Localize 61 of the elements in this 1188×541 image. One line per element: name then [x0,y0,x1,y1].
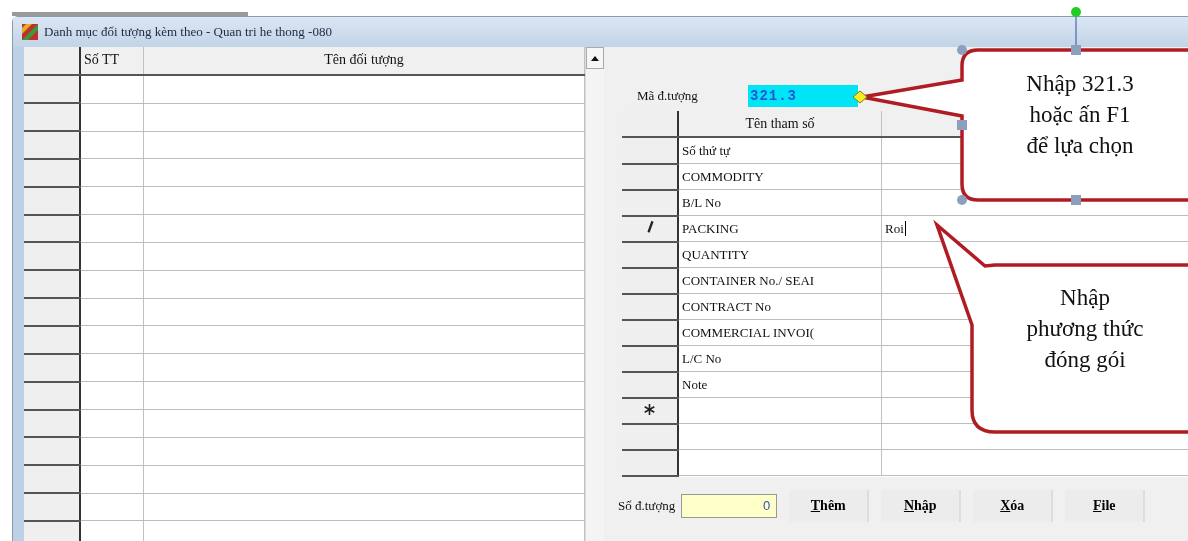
action-button[interactable]: File [1065,489,1146,522]
code-field[interactable]: 321.3 [748,85,858,107]
table-cell: QUANTITY [678,241,882,268]
app-icon [22,24,38,40]
row-header-cell[interactable] [622,371,678,398]
field-label: Mã đ.tượng [637,88,699,104]
row-header-cell[interactable] [24,409,80,438]
row-header-cell[interactable] [622,423,678,450]
row-header-cell[interactable] [24,158,80,187]
row-header-cell[interactable] [622,319,678,346]
table-cell: L/C No [678,345,882,372]
row-header-cell [24,47,80,75]
row-header-cell[interactable] [622,293,678,320]
table-cell: CONTRACT No [678,293,882,320]
row-header-cell[interactable] [622,189,678,216]
row-header-cell[interactable] [24,465,80,494]
table-cell: COMMODITY [678,163,882,190]
asterisk-icon [644,403,655,415]
row-header-cell[interactable] [24,131,80,159]
row-header-cell[interactable] [24,437,80,466]
row-header-cell[interactable] [24,298,80,326]
row-header-cell[interactable] [24,381,80,410]
row-header-cell[interactable] [24,103,80,132]
row-header-cell[interactable] [24,270,80,299]
row-header-cell[interactable] [622,267,678,294]
row-header-cell[interactable] [622,163,678,190]
row-header-cell[interactable] [622,241,678,268]
column-header[interactable]: Tên đối tượng [143,47,585,75]
row-header-cell[interactable] [24,74,80,104]
row-header-cell[interactable] [622,449,678,476]
field-label: Số đ.tượng [618,497,676,514]
row-header-cell[interactable] [24,214,80,243]
action-button[interactable]: Thêm [789,489,870,522]
row-header-cell[interactable] [622,137,678,164]
pencil-icon [645,219,654,234]
table-cell: CONTAINER No./ SEAI [678,267,882,294]
column-header[interactable]: Tên tham số [678,111,882,137]
window-title: Danh mục đối tượng kèm theo - Quan tri he thong -080 [44,24,332,40]
callout-text: Nhập phương thức đóng gói [1025,284,1145,374]
row-header-cell[interactable] [622,397,678,424]
count-field[interactable]: 0 [681,493,778,518]
table-cell: PACKING [678,215,882,242]
row-header-cell[interactable] [24,242,80,271]
adjust-handle-icon[interactable] [852,90,868,104]
row-header-cell[interactable] [24,186,80,215]
table-cell: B/L No [678,189,882,216]
table-cell: Note [678,371,882,398]
callout-text: Nhập 321.3 hoặc ấn F1 để lựa chọn [1025,70,1135,160]
row-header-cell[interactable] [622,215,678,242]
table-cell: COMMERCIAL INVOI( [678,319,882,346]
row-header-cell[interactable] [24,326,80,354]
row-header-cell[interactable] [24,353,80,382]
scroll-up-button[interactable] [586,47,604,69]
action-button[interactable]: Nhập [881,489,962,522]
column-header[interactable]: Số TT [80,47,144,75]
row-header-cell[interactable] [24,493,80,521]
action-button[interactable]: Xóa [973,489,1054,522]
row-header-cell[interactable] [622,345,678,372]
up-arrow-icon [591,55,599,61]
table-cell: Số thứ tự [678,137,882,164]
row-header-cell[interactable] [24,520,80,541]
